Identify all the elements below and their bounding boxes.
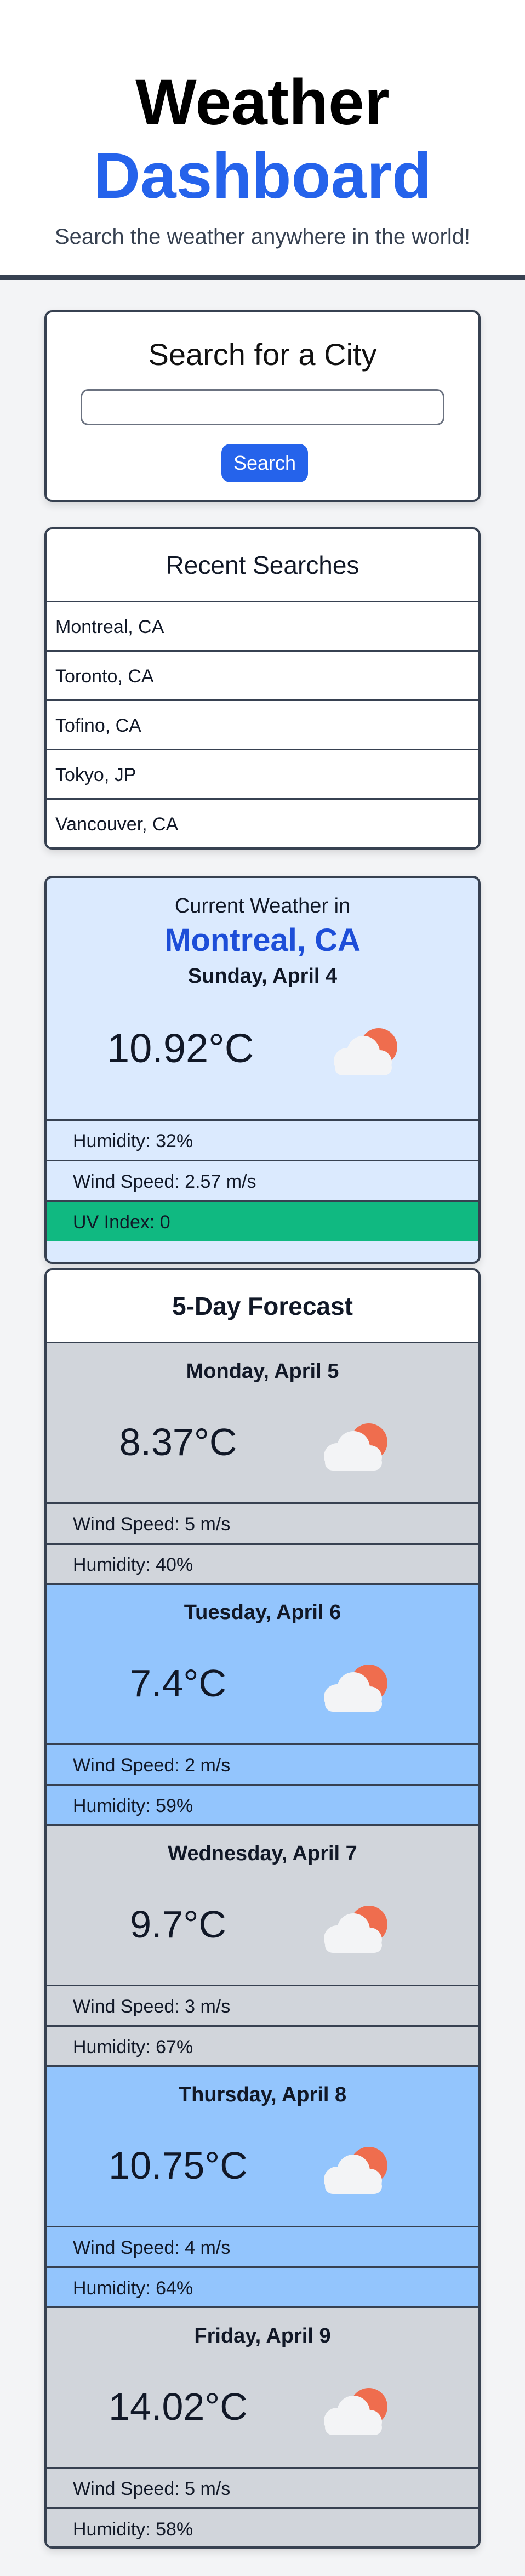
forecast-wind-speed: Wind Speed: 2 m/s xyxy=(47,1743,478,1784)
partly-cloudy-icon xyxy=(315,1899,397,1962)
recent-search-item[interactable]: Toronto, CA xyxy=(47,652,478,701)
recent-searches-card: Recent Searches Montreal, CA Toronto, CA… xyxy=(44,527,481,850)
current-humidity: Humidity: 32% xyxy=(47,1119,478,1160)
recent-search-item[interactable]: Tofino, CA xyxy=(47,701,478,750)
forecast-wind-speed: Wind Speed: 5 m/s xyxy=(47,2467,478,2507)
forecast-date: Friday, April 9 xyxy=(194,2324,331,2347)
forecast-day: Friday, April 9 14.02°C Wind Speed: 5 m/… xyxy=(47,2308,478,2546)
forecast-day: Monday, April 5 8.37°C Wind Speed: 5 m/s… xyxy=(47,1343,478,1585)
page-title-accent: Dashboard xyxy=(93,140,432,212)
current-date: Sunday, April 4 xyxy=(187,965,338,988)
search-button[interactable]: Search xyxy=(221,444,308,482)
recent-searches-title: Recent Searches xyxy=(47,529,478,602)
forecast-temperature: 8.37°C xyxy=(119,1421,237,1463)
forecast-title: 5-Day Forecast xyxy=(47,1270,478,1343)
forecast-wind-speed: Wind Speed: 5 m/s xyxy=(47,1502,478,1543)
forecast-temperature: 7.4°C xyxy=(130,1662,226,1705)
forecast-humidity: Humidity: 58% xyxy=(47,2507,478,2546)
recent-search-item[interactable]: Montreal, CA xyxy=(47,602,478,652)
search-title: Search for a City xyxy=(148,337,377,372)
forecast-wind-speed: Wind Speed: 3 m/s xyxy=(47,1985,478,2025)
page-header: Weather Dashboard Search the weather any… xyxy=(0,0,525,280)
forecast-date: Monday, April 5 xyxy=(186,1360,339,1383)
current-weather-card: Current Weather in Montreal, CA Sunday, … xyxy=(44,876,481,1264)
city-search-input[interactable] xyxy=(81,389,444,425)
forecast-temperature: 14.02°C xyxy=(109,2385,248,2428)
forecast-day: Thursday, April 8 10.75°C Wind Speed: 4 … xyxy=(47,2067,478,2308)
recent-search-item[interactable]: Tokyo, JP xyxy=(47,750,478,800)
forecast-wind-speed: Wind Speed: 4 m/s xyxy=(47,2226,478,2266)
forecast-temperature: 10.75°C xyxy=(109,2144,248,2187)
current-city-name: Montreal, CA xyxy=(164,922,361,958)
recent-search-item[interactable]: Vancouver, CA xyxy=(47,800,478,847)
forecast-date: Tuesday, April 6 xyxy=(184,1601,341,1624)
forecast-humidity: Humidity: 67% xyxy=(47,2025,478,2066)
forecast-humidity: Humidity: 64% xyxy=(47,2266,478,2307)
partly-cloudy-icon xyxy=(325,1022,407,1085)
forecast-humidity: Humidity: 59% xyxy=(47,1784,478,1825)
partly-cloudy-icon xyxy=(315,1658,397,1721)
search-card: Search for a City Search xyxy=(44,310,481,502)
partly-cloudy-icon xyxy=(315,2140,397,2203)
forecast-card: 5-Day Forecast Monday, April 5 8.37°C Wi… xyxy=(44,1268,481,2549)
current-wind-speed: Wind Speed: 2.57 m/s xyxy=(47,1160,478,1200)
forecast-humidity: Humidity: 40% xyxy=(47,1543,478,1583)
forecast-temperature: 9.7°C xyxy=(130,1903,226,1946)
forecast-day: Wednesday, April 7 9.7°C Wind Speed: 3 m… xyxy=(47,1826,478,2067)
uv-index-badge: UV Index: 0 xyxy=(47,1200,478,1241)
page-subtitle: Search the weather anywhere in the world… xyxy=(54,225,471,249)
forecast-date: Wednesday, April 7 xyxy=(168,1842,357,1865)
partly-cloudy-icon xyxy=(315,2381,397,2444)
page-title: Weather xyxy=(135,66,390,139)
forecast-date: Thursday, April 8 xyxy=(178,2083,347,2106)
partly-cloudy-icon xyxy=(315,1417,397,1480)
current-temperature: 10.92°C xyxy=(107,1025,254,1071)
forecast-day: Tuesday, April 6 7.4°C Wind Speed: 2 m/s… xyxy=(47,1585,478,1826)
current-weather-label: Current Weather in xyxy=(174,894,351,917)
